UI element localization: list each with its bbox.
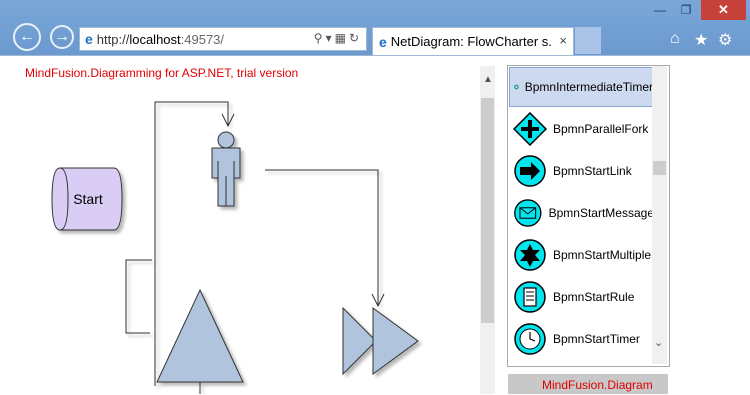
tab-title: NetDiagram: FlowCharter s...	[390, 34, 551, 49]
tab-netdiagram[interactable]: e NetDiagram: FlowCharter s... ×	[372, 27, 574, 55]
refresh-icon[interactable]: ↻	[349, 31, 362, 45]
url-host: localhost	[129, 31, 181, 47]
bpmn-parallel-fork-icon	[513, 112, 547, 146]
palette-item-label: BpmnStartMultiple	[553, 248, 652, 262]
link-triangle-to-actor	[125, 259, 152, 334]
home-icon[interactable]: ⌂	[670, 30, 680, 48]
palette-item-label: BpmnIntermediateTimer	[524, 80, 653, 94]
palette-item-label: BpmnStartMessage	[548, 206, 654, 220]
settings-gear-icon[interactable]: ⚙	[718, 30, 732, 50]
palette-item-bpmn-start-message[interactable]: BpmnStartMessage	[509, 193, 654, 233]
double-arrow-shape[interactable]	[342, 306, 419, 376]
minimize-button[interactable]: —	[648, 0, 672, 20]
bpmn-start-rule-icon	[514, 281, 546, 313]
link-actor-to-arrows	[265, 169, 379, 306]
overview-notice: MindFusion.Diagram	[542, 378, 653, 392]
forward-arrow-icon: →	[54, 28, 70, 45]
bpmn-start-timer-icon	[514, 323, 546, 355]
new-tab-button[interactable]	[575, 27, 601, 54]
diagram-scrollbar[interactable]: ▲	[480, 66, 495, 394]
palette-item-label: BpmnParallelFork	[553, 122, 649, 136]
forward-button[interactable]: →	[50, 25, 74, 49]
favorites-star-icon[interactable]: ★	[694, 30, 708, 50]
palette-item-label: BpmnStartLink	[553, 164, 632, 178]
address-tools[interactable]: ⚲▾▦↻	[314, 31, 362, 45]
overview-panel[interactable]: MindFusion.Diagram	[508, 374, 668, 394]
palette-item-label: BpmnStartTimer	[553, 332, 640, 346]
link-arrowheads	[221, 113, 385, 308]
ie-logo-icon: e	[85, 31, 93, 47]
scrollbar-thumb[interactable]	[481, 98, 494, 323]
diagram-canvas[interactable]: Start	[0, 56, 480, 394]
restore-button[interactable]: ❐	[674, 0, 698, 20]
address-bar[interactable]: e http://localhost:49573/ ⚲▾▦↻	[79, 27, 367, 51]
tab-ie-icon: e	[379, 33, 387, 50]
diagram-links[interactable]	[125, 101, 379, 386]
actor-shape[interactable]	[211, 131, 241, 207]
palette-scrollbar-thumb[interactable]	[653, 161, 666, 175]
back-button[interactable]: ←	[13, 23, 41, 51]
url-port: :49573/	[180, 31, 225, 47]
address-url[interactable]: http://localhost:49573/	[97, 32, 224, 47]
bpmn-start-link-icon	[514, 155, 546, 187]
scroll-up-icon[interactable]: ▲	[483, 74, 493, 85]
palette-scrollbar[interactable]: ⌄	[652, 66, 667, 364]
palette-item-bpmn-parallel-fork[interactable]: BpmnParallelFork	[509, 109, 654, 149]
triangle-shape[interactable]	[156, 288, 244, 394]
url-protocol: http://	[96, 31, 130, 47]
palette-item-bpmn-intermediate-timer[interactable]: BpmnIntermediateTimer	[509, 67, 654, 107]
shape-palette[interactable]: BpmnIntermediateTimer BpmnParallelFork B…	[507, 65, 670, 367]
compat-view-icon[interactable]: ▦	[335, 31, 349, 45]
tab-close-icon[interactable]: ×	[559, 33, 567, 48]
search-icon[interactable]: ⚲	[314, 31, 326, 45]
palette-scroll-down-icon[interactable]: ⌄	[654, 336, 663, 349]
palette-item-bpmn-start-link[interactable]: BpmnStartLink	[509, 151, 654, 191]
dropdown-icon[interactable]: ▾	[326, 31, 335, 45]
bpmn-start-multiple-icon	[514, 239, 546, 271]
start-label: Start	[73, 191, 103, 207]
palette-item-bpmn-start-timer[interactable]: BpmnStartTimer	[509, 319, 654, 359]
close-window-button[interactable]: ✕	[701, 0, 746, 20]
bpmn-start-message-icon	[514, 199, 542, 227]
bpmn-intermediate-timer-icon	[514, 84, 519, 90]
browser-chrome: — ❐ ✕ ← → e http://localhost:49573/ ⚲▾▦↻…	[0, 0, 750, 60]
back-arrow-icon: ←	[19, 28, 35, 45]
palette-item-bpmn-start-rule[interactable]: BpmnStartRule	[509, 277, 654, 317]
palette-item-bpmn-start-multiple[interactable]: BpmnStartMultiple	[509, 235, 654, 275]
palette-item-label: BpmnStartRule	[553, 290, 635, 304]
